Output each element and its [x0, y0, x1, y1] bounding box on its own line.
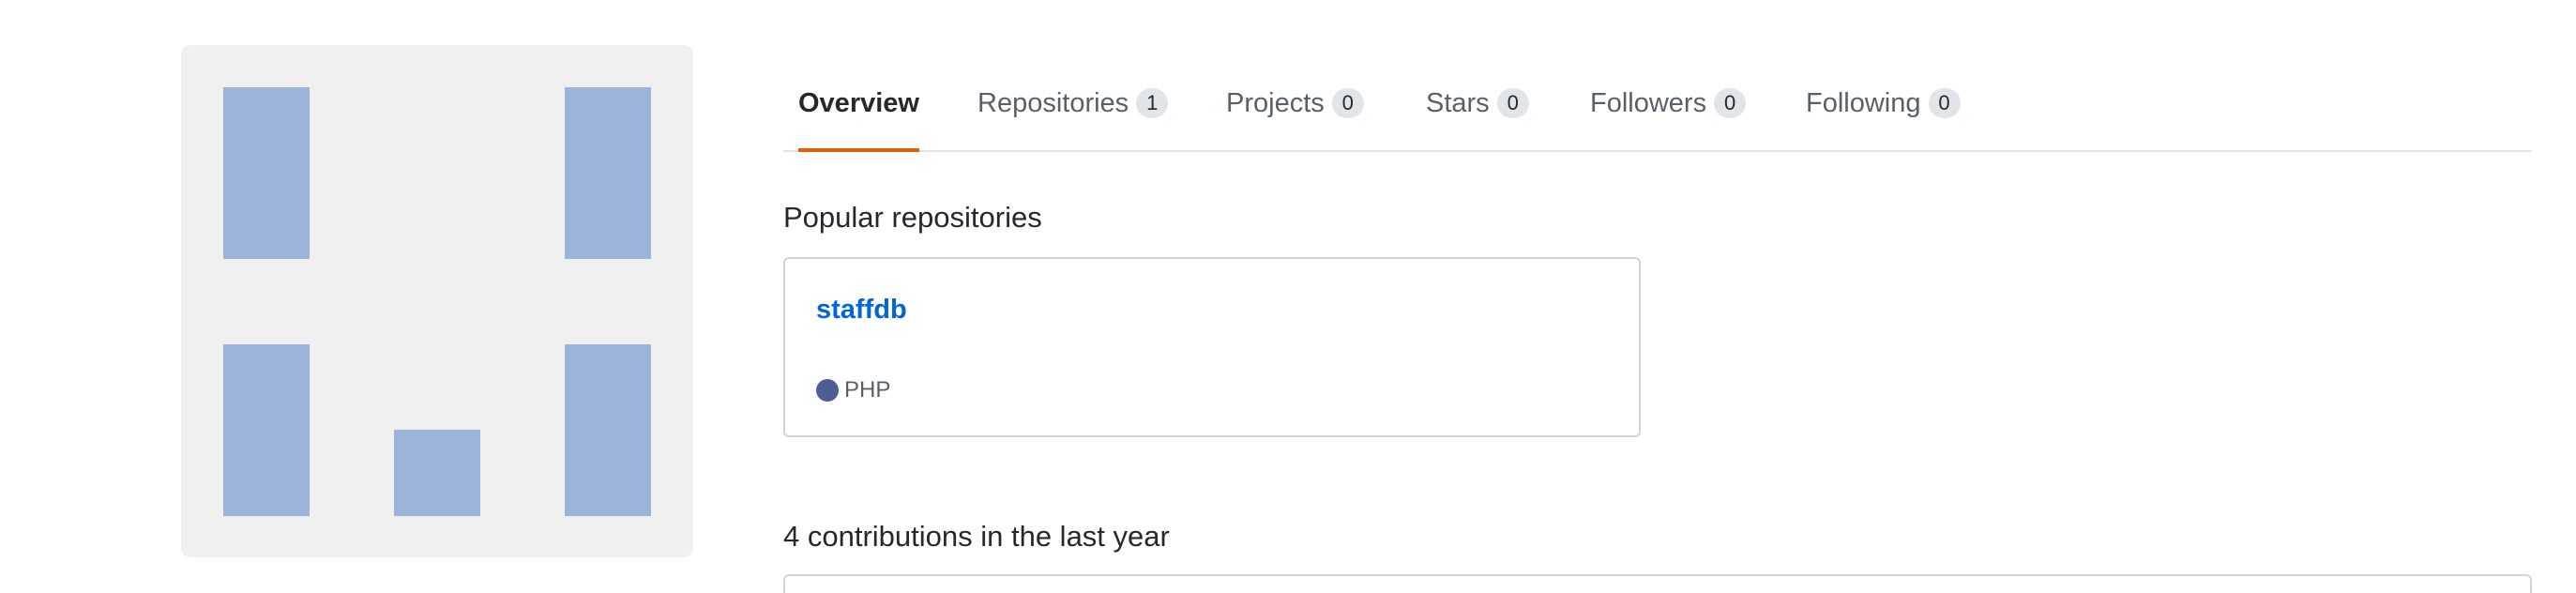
language-color-dot — [816, 379, 839, 402]
popular-repositories-heading: Popular repositories — [783, 201, 1042, 234]
identicon-block — [565, 87, 651, 259]
avatar — [181, 45, 693, 557]
identicon-block — [223, 344, 310, 516]
tab-label: Repositories — [977, 87, 1129, 118]
profile-tabs: Overview Repositories 1 Projects 0 Stars… — [783, 56, 2532, 152]
tab-label: Projects — [1226, 87, 1325, 118]
tab-repositories[interactable]: Repositories 1 — [977, 56, 1169, 150]
contributions-heading: 4 contributions in the last year — [783, 520, 1170, 553]
tab-label: Overview — [798, 87, 919, 118]
counter-badge: 0 — [1496, 88, 1529, 118]
identicon-block — [565, 344, 651, 516]
language-label: PHP — [844, 377, 891, 403]
tab-stars[interactable]: Stars 0 — [1426, 56, 1529, 150]
repo-card: staffdb PHP — [783, 257, 1641, 437]
contribution-graph — [783, 574, 2532, 593]
counter-badge: 0 — [1714, 88, 1747, 118]
counter-badge: 0 — [1928, 88, 1961, 118]
identicon-block — [223, 87, 310, 259]
tab-following[interactable]: Following 0 — [1806, 56, 1961, 150]
tab-projects[interactable]: Projects 0 — [1226, 56, 1364, 150]
counter-badge: 0 — [1331, 88, 1364, 118]
counter-badge: 1 — [1136, 88, 1169, 118]
tab-overview[interactable]: Overview — [798, 56, 919, 152]
tab-label: Stars — [1426, 87, 1490, 118]
repo-language: PHP — [816, 377, 890, 403]
tab-followers[interactable]: Followers 0 — [1590, 56, 1747, 150]
repo-name-link[interactable]: staffdb — [816, 295, 907, 326]
identicon-block — [394, 430, 480, 516]
tab-label: Followers — [1590, 87, 1707, 118]
tab-label: Following — [1806, 87, 1921, 118]
